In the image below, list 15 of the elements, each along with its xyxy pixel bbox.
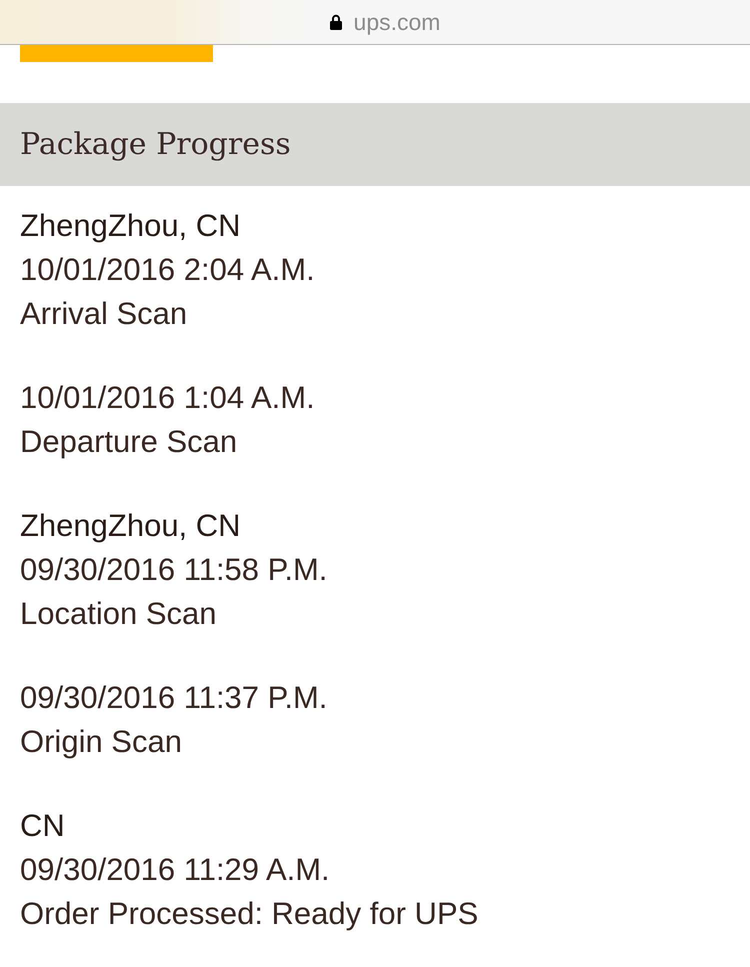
activity-text: Origin Scan <box>20 723 182 761</box>
url-text[interactable]: ups.com <box>354 8 440 36</box>
date-time-text: 09/30/2016 11:29 A.M. <box>20 851 330 889</box>
location-text: CN <box>20 807 65 845</box>
location-text: ZhengZhou, CN <box>20 507 241 545</box>
activity-text: Location Scan <box>20 595 216 633</box>
activity-text: Departure Scan <box>20 423 238 461</box>
location-text: ZhengZhou, CN <box>20 207 241 245</box>
activity-text: Order Processed: Ready for UPS <box>20 895 478 933</box>
date-time-text: 09/30/2016 11:58 P.M. <box>20 551 328 589</box>
section-title: Package Progress <box>20 126 291 164</box>
activity-text: Arrival Scan <box>20 295 188 333</box>
date-time-text: 10/01/2016 2:04 A.M. <box>20 251 315 289</box>
date-time-text: 10/01/2016 1:04 A.M. <box>20 379 315 417</box>
date-time-text: 09/30/2016 11:37 P.M. <box>20 679 328 717</box>
